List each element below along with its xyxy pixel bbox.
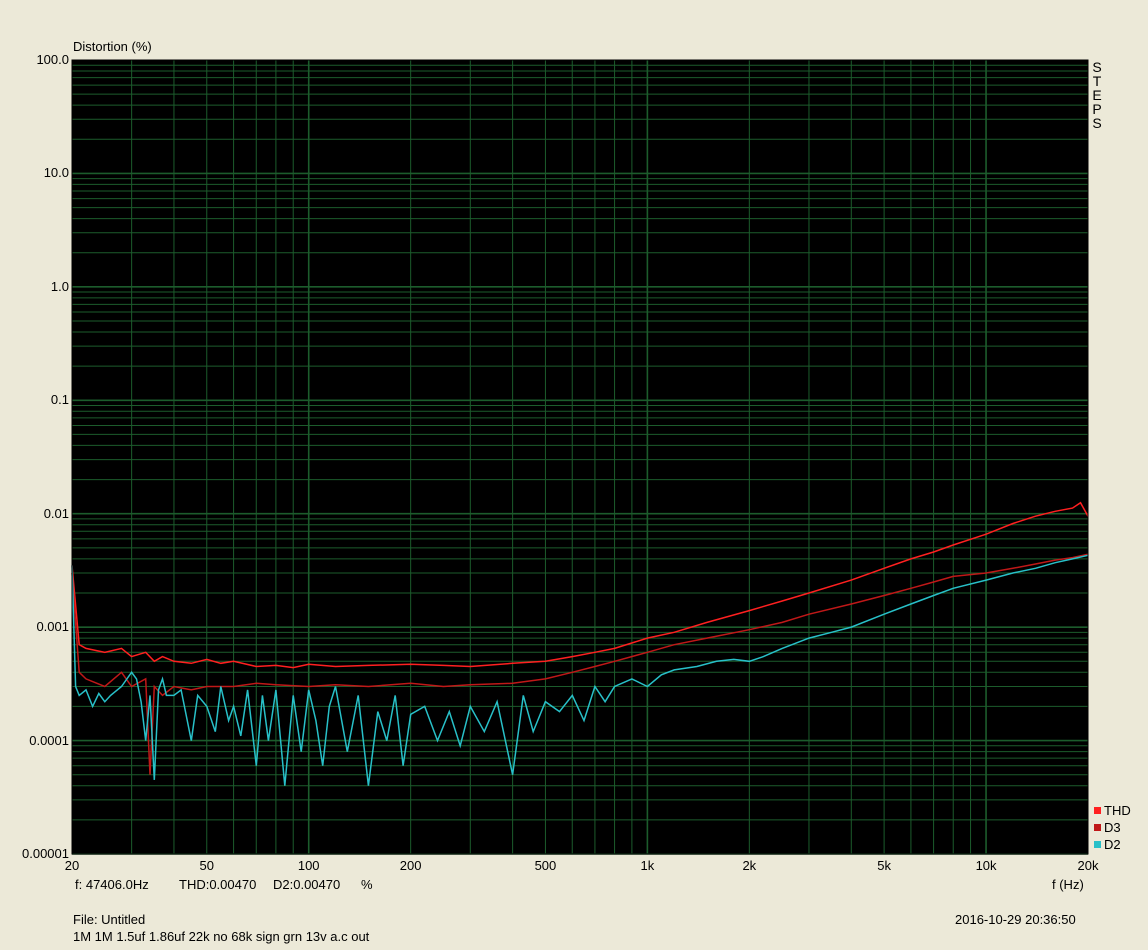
- legend-swatch-thd: [1094, 807, 1101, 814]
- file-name: File: Untitled: [73, 912, 146, 927]
- x-tick-label: 1k: [640, 858, 655, 873]
- x-axis-title: f (Hz): [1052, 877, 1084, 892]
- steps-letter: T: [1092, 73, 1102, 89]
- y-tick-label: 0.01: [43, 505, 69, 521]
- y-tick-label: 0.0001: [29, 732, 69, 748]
- y-tick-label: 0.1: [50, 392, 69, 408]
- legend-label-thd: THD: [1104, 803, 1131, 818]
- x-tick-label: 20k: [1077, 858, 1099, 873]
- cursor-frequency: f: 47406.0Hz: [75, 877, 149, 892]
- legend-label-d2: D2: [1104, 837, 1121, 852]
- x-tick-label: 200: [399, 858, 422, 873]
- y-tick-label: 1.0: [50, 278, 69, 294]
- legend-swatch-d3: [1094, 824, 1101, 831]
- file-description: 1M 1M 1.5uf 1.86uf 22k no 68k sign grn 1…: [73, 929, 370, 944]
- x-tick-label: 10k: [975, 858, 997, 873]
- timestamp: 2016-10-29 20:36:50: [955, 912, 1076, 927]
- x-tick-label: 500: [534, 858, 557, 873]
- steps-label[interactable]: STEPS: [1091, 60, 1103, 130]
- x-tick-label: 5k: [877, 858, 891, 873]
- legend-label-d3: D3: [1104, 820, 1121, 835]
- d2-readout: D2:0.00470: [273, 877, 341, 892]
- steps-letter: S: [1092, 115, 1102, 131]
- y-tick-label: 0.001: [36, 619, 69, 635]
- y-tick-label: 100.0: [36, 52, 69, 67]
- steps-letter: P: [1092, 101, 1102, 117]
- legend-item-thd[interactable]: THD: [1094, 803, 1131, 818]
- x-tick-label: 20: [64, 858, 80, 873]
- legend-swatch-d2: [1094, 841, 1101, 848]
- x-tick-label: 50: [199, 858, 214, 873]
- legend-item-d2[interactable]: D2: [1094, 837, 1121, 852]
- legend-item-d3[interactable]: D3: [1094, 820, 1121, 835]
- thd-readout: THD:0.00470: [179, 877, 257, 892]
- readout-unit: %: [361, 877, 373, 892]
- y-tick-label: 10.0: [43, 165, 69, 181]
- x-tick-label: 100: [297, 858, 320, 873]
- x-tick-label: 2k: [742, 858, 757, 873]
- y-axis-title: Distortion (%): [73, 39, 152, 54]
- distortion-chart: [71, 59, 1089, 855]
- steps-letter: S: [1092, 59, 1102, 75]
- steps-letter: E: [1092, 87, 1102, 103]
